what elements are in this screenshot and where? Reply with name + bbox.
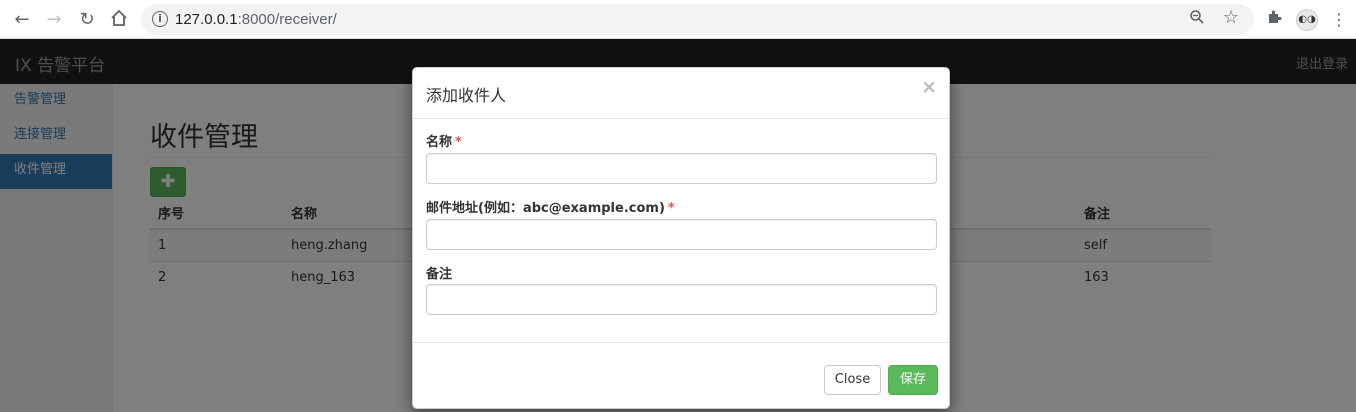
home-icon[interactable]	[108, 9, 130, 31]
modal-footer-divider	[413, 342, 949, 343]
note-input[interactable]	[426, 284, 937, 315]
save-button[interactable]: 保存	[888, 365, 938, 395]
browser-toolbar: ← → ↻ i 127.0.0.1:8000/receiver/ ☆ ◐◑ ⋮	[0, 0, 1356, 39]
bookmark-star-icon[interactable]: ☆	[1220, 7, 1242, 29]
required-asterisk: *	[455, 135, 462, 150]
site-info-icon[interactable]: i	[152, 11, 168, 27]
note-field-label: 备注	[426, 267, 453, 282]
email-field-label: 邮件地址(例如：abc@example.com) *	[426, 201, 675, 216]
required-asterisk: *	[667, 201, 675, 216]
reload-icon[interactable]: ↻	[76, 9, 98, 31]
profile-avatar-icon[interactable]: ◐◑	[1296, 9, 1318, 31]
email-input[interactable]	[426, 219, 937, 250]
url-text[interactable]: 127.0.0.1:8000/receiver/	[175, 11, 337, 28]
close-icon[interactable]: ×	[921, 77, 937, 97]
close-button[interactable]: Close	[824, 365, 881, 395]
modal-title: 添加收件人	[426, 86, 507, 105]
forward-icon[interactable]: →	[43, 9, 65, 31]
zoom-icon[interactable]	[1187, 9, 1207, 29]
name-field-label: 名称 *	[426, 135, 462, 150]
back-icon[interactable]: ←	[11, 9, 33, 31]
modal-header: 添加收件人 ×	[413, 68, 949, 119]
menu-kebab-icon[interactable]: ⋮	[1328, 9, 1350, 31]
name-input[interactable]	[426, 153, 937, 184]
extensions-icon[interactable]	[1263, 9, 1285, 31]
address-bar[interactable]: i 127.0.0.1:8000/receiver/ ☆	[141, 4, 1254, 35]
add-receiver-modal: 添加收件人 × 名称 * 邮件地址(例如：abc@example.com) * 备注…	[412, 67, 950, 409]
